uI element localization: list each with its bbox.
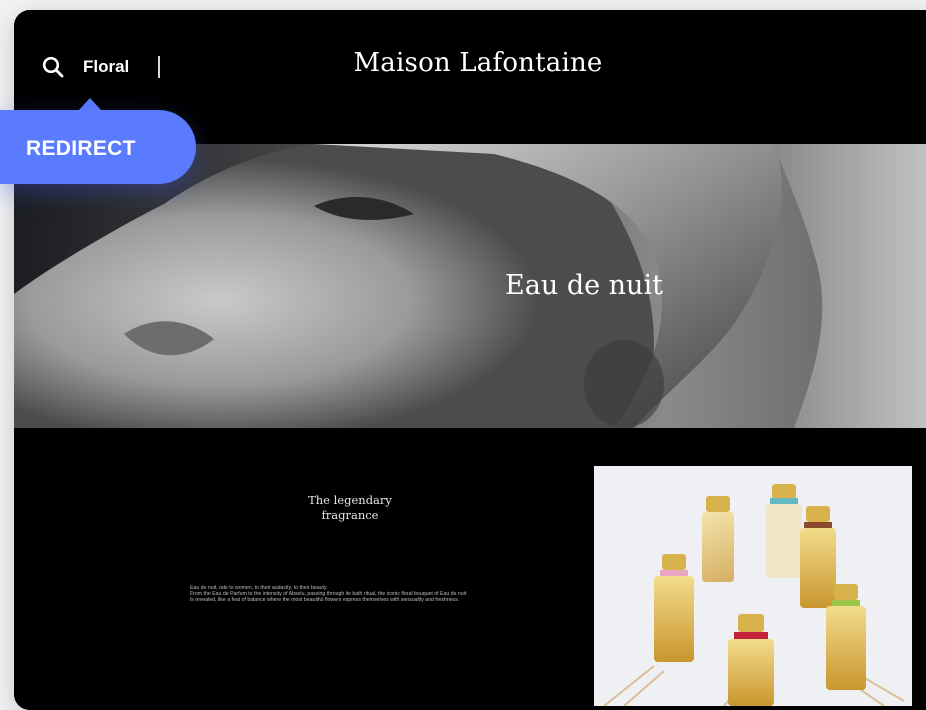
bottle-4 [654,554,694,662]
description-line-3: is revealed, like a feat of balance wher… [190,597,460,604]
tagline: The legendary fragrance [270,493,430,523]
perfume-bottles-image [594,466,912,706]
content-section: The legendary fragrance Eau de nuit, ode… [14,428,926,710]
badge-pointer [79,98,101,110]
brand-logo[interactable]: Maison Lafontaine [14,48,914,78]
description: Eau de nuit, ode to women, to their auda… [190,585,550,604]
hero-banner: Eau de nuit [14,144,926,428]
product-image[interactable] [594,466,912,706]
tagline-line-1: The legendary [308,493,392,507]
bottle-1 [702,496,734,582]
brand-name: Maison Lafontaine [353,48,603,78]
redirect-label: REDIRECT [26,137,136,160]
hero-title: Eau de nuit [505,270,663,301]
bottle-2 [766,484,802,578]
tagline-line-2: fragrance [321,508,379,522]
